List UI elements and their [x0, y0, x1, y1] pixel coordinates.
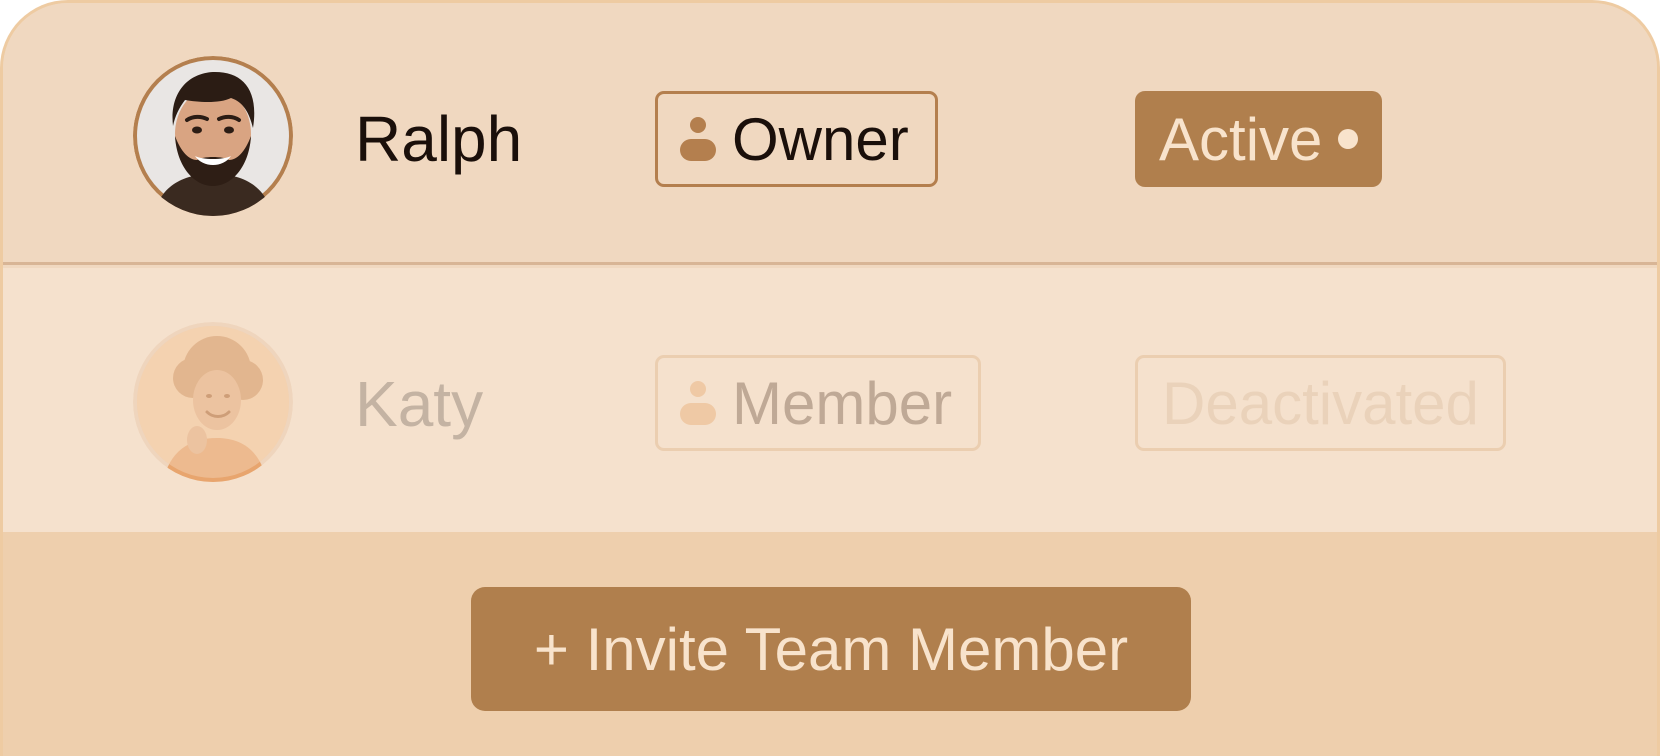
team-members-card: Ralph Owner Active Katy Member Deactivat… — [0, 0, 1660, 756]
card-footer: + Invite Team Member — [3, 532, 1657, 756]
invite-team-member-button[interactable]: + Invite Team Member — [471, 587, 1191, 711]
member-row-katy: Katy Member Deactivated — [3, 268, 1657, 532]
avatar — [133, 322, 293, 482]
status-label: Active — [1159, 105, 1323, 173]
avatar — [133, 56, 293, 216]
status-label: Deactivated — [1162, 369, 1479, 437]
role-badge[interactable]: Member — [655, 355, 982, 451]
avatar-photo-katy — [133, 322, 293, 482]
dot-icon — [1338, 129, 1359, 149]
role-badge[interactable]: Owner — [655, 91, 938, 187]
member-row-ralph: Ralph Owner Active — [3, 3, 1657, 265]
status-badge-active[interactable]: Active — [1135, 91, 1383, 187]
member-name: Ralph — [355, 103, 523, 175]
avatar-photo-ralph — [133, 56, 293, 216]
member-name: Katy — [355, 368, 484, 440]
role-label: Member — [732, 369, 953, 437]
user-icon — [680, 117, 716, 161]
user-icon — [680, 381, 716, 425]
role-label: Owner — [732, 105, 909, 173]
status-badge-deactivated[interactable]: Deactivated — [1135, 355, 1506, 451]
